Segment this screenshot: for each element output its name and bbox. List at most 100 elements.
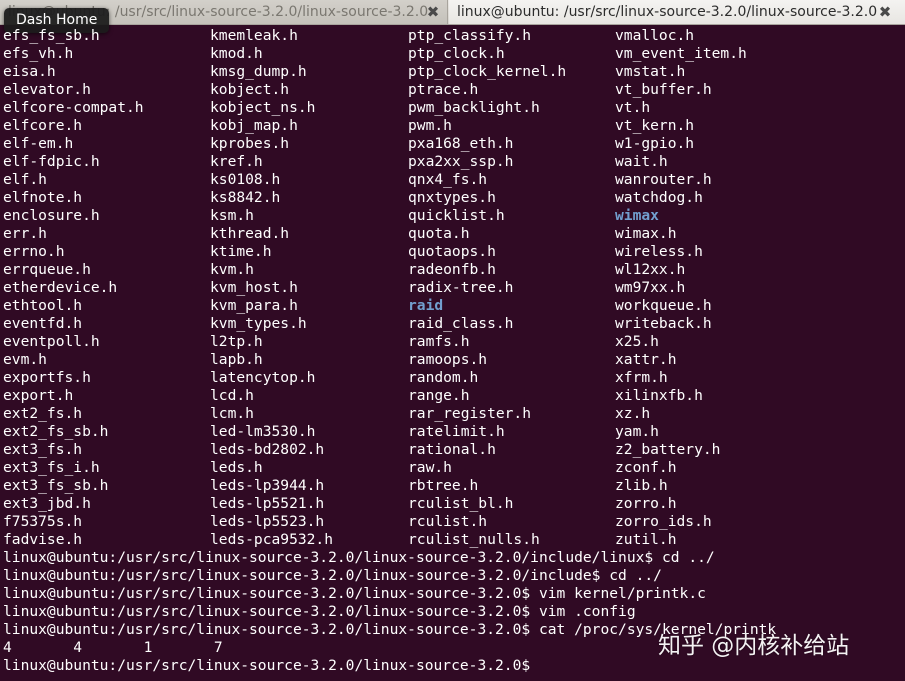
file-entry: wait.h — [615, 153, 668, 170]
file-entry: ethtool.h — [3, 297, 83, 314]
file-entry: zutil.h — [615, 531, 677, 548]
file-entry: xfrm.h — [615, 369, 668, 386]
file-entry: quotaops.h — [408, 243, 496, 260]
command-line: linux@ubuntu:/usr/src/linux-source-3.2.0… — [3, 585, 706, 602]
file-entry: etherdevice.h — [3, 279, 118, 296]
file-entry: zorro.h — [615, 495, 677, 512]
file-entry: wireless.h — [615, 243, 703, 260]
file-entry: errqueue.h — [3, 261, 91, 278]
file-entry: ext3_fs_i.h — [3, 459, 100, 476]
file-entry: elevator.h — [3, 81, 91, 98]
file-entry: eisa.h — [3, 63, 56, 80]
file-entry: ramfs.h — [408, 333, 470, 350]
file-entry: workqueue.h — [615, 297, 712, 314]
listing-column-2: kmemleak.h kmod.h kmsg_dump.h kobject.h kobj… — [210, 27, 333, 549]
close-icon[interactable]: ✖ — [423, 0, 443, 24]
file-entry: qnxtypes.h — [408, 189, 496, 206]
file-entry: eventfd.h — [3, 315, 83, 332]
file-entry: quota.h — [408, 225, 470, 242]
file-entry: ext3_jbd.h — [3, 495, 91, 512]
file-entry: kprobes.h — [210, 135, 290, 152]
file-entry: leds.h — [210, 459, 263, 476]
file-entry: wimax.h — [615, 225, 677, 242]
listing-column-1: efs_fs_sb.h efs_vh.h eisa.h elevator.h elfco… — [3, 27, 144, 549]
file-entry: writeback.h — [615, 315, 712, 332]
file-entry: ptp_clock.h — [408, 45, 505, 62]
file-entry: pwm_backlight.h — [408, 99, 540, 116]
file-entry: raid — [408, 297, 444, 314]
file-entry: led-lm3530.h — [210, 423, 316, 440]
file-entry: ratelimit.h — [408, 423, 505, 440]
file-entry: yam.h — [615, 423, 659, 440]
file-entry: pxa2xx_ssp.h — [408, 153, 514, 170]
file-entry: lcd.h — [210, 387, 254, 404]
tab-bar: linux@ubuntu: /usr/src/linux-source-3.2.… — [0, 0, 905, 25]
file-entry: pxa168_eth.h — [408, 135, 514, 152]
terminal-output[interactable]: efs_fs_sb.h efs_vh.h eisa.h elevator.h elfco… — [0, 27, 905, 681]
file-entry: rbtree.h — [408, 477, 479, 494]
file-entry: z2_battery.h — [615, 441, 721, 458]
file-entry: wl12xx.h — [615, 261, 686, 278]
tab-label: linux@ubuntu: /usr/src/linux-source-3.2.… — [457, 4, 878, 20]
file-entry: err.h — [3, 225, 47, 242]
file-entry: wanrouter.h — [615, 171, 712, 188]
file-entry: raw.h — [408, 459, 452, 476]
command-line: linux@ubuntu:/usr/src/linux-source-3.2.0… — [3, 567, 662, 584]
file-entry: random.h — [408, 369, 479, 386]
file-entry: qnx4_fs.h — [408, 171, 488, 188]
file-entry: rculist_nulls.h — [408, 531, 540, 548]
file-entry: x25.h — [615, 333, 659, 350]
file-entry: zorro_ids.h — [615, 513, 712, 530]
file-entry: ptp_classify.h — [408, 27, 532, 44]
file-entry: errno.h — [3, 243, 65, 260]
file-entry: wm97xx.h — [615, 279, 686, 296]
file-entry: leds-lp5521.h — [210, 495, 325, 512]
file-entry: pwm.h — [408, 117, 452, 134]
file-entry: ext3_fs_sb.h — [3, 477, 109, 494]
file-entry: radix-tree.h — [408, 279, 514, 296]
close-icon[interactable]: ✖ — [875, 0, 895, 24]
file-entry: leds-lp5523.h — [210, 513, 325, 530]
terminal-tab-2[interactable]: linux@ubuntu: /usr/src/linux-source-3.2.… — [449, 0, 905, 24]
file-entry: w1-gpio.h — [615, 135, 695, 152]
file-entry: elf-em.h — [3, 135, 74, 152]
file-entry: elfcore.h — [3, 117, 83, 134]
file-entry: vm_event_item.h — [615, 45, 747, 62]
file-entry: rculist.h — [408, 513, 488, 530]
file-entry: exportfs.h — [3, 369, 91, 386]
file-entry: evm.h — [3, 351, 47, 368]
command-line: linux@ubuntu:/usr/src/linux-source-3.2.0… — [3, 549, 715, 566]
file-entry: ktime.h — [210, 243, 272, 260]
file-entry: kobject.h — [210, 81, 290, 98]
file-entry: leds-bd2802.h — [210, 441, 325, 458]
file-entry: enclosure.h — [3, 207, 100, 224]
file-entry: kvm_para.h — [210, 297, 298, 314]
listing-column-4: vmalloc.h vm_event_item.h vmstat.h vt_buffe… — [615, 27, 747, 549]
file-entry: kobj_map.h — [210, 117, 298, 134]
file-entry: lapb.h — [210, 351, 263, 368]
file-entry: vmalloc.h — [615, 27, 695, 44]
file-entry: kmemleak.h — [210, 27, 298, 44]
file-entry: kmod.h — [210, 45, 263, 62]
file-entry: efs_vh.h — [3, 45, 74, 62]
file-entry: xz.h — [615, 405, 651, 422]
file-entry: zconf.h — [615, 459, 677, 476]
file-entry: leds-lp3944.h — [210, 477, 325, 494]
file-entry: wimax — [615, 207, 659, 224]
file-entry: f75375s.h — [3, 513, 83, 530]
watermark: 知乎 @内核补给站 — [658, 633, 850, 659]
file-entry: elfnote.h — [3, 189, 83, 206]
file-entry: eventpoll.h — [3, 333, 100, 350]
file-entry: ext2_fs_sb.h — [3, 423, 109, 440]
file-entry: ext3_fs.h — [3, 441, 83, 458]
listing-column-3: ptp_classify.h ptp_clock.h ptp_clock_kerne… — [408, 27, 566, 549]
file-entry: ptp_clock_kernel.h — [408, 63, 567, 80]
file-entry: kvm_host.h — [210, 279, 298, 296]
file-entry: vt_kern.h — [615, 117, 695, 134]
file-entry: rational.h — [408, 441, 496, 458]
file-entry: quicklist.h — [408, 207, 505, 224]
file-entry: elfcore-compat.h — [3, 99, 144, 116]
file-entry: rculist_bl.h — [408, 495, 514, 512]
file-entry: leds-pca9532.h — [210, 531, 334, 548]
file-entry: ext2_fs.h — [3, 405, 83, 422]
